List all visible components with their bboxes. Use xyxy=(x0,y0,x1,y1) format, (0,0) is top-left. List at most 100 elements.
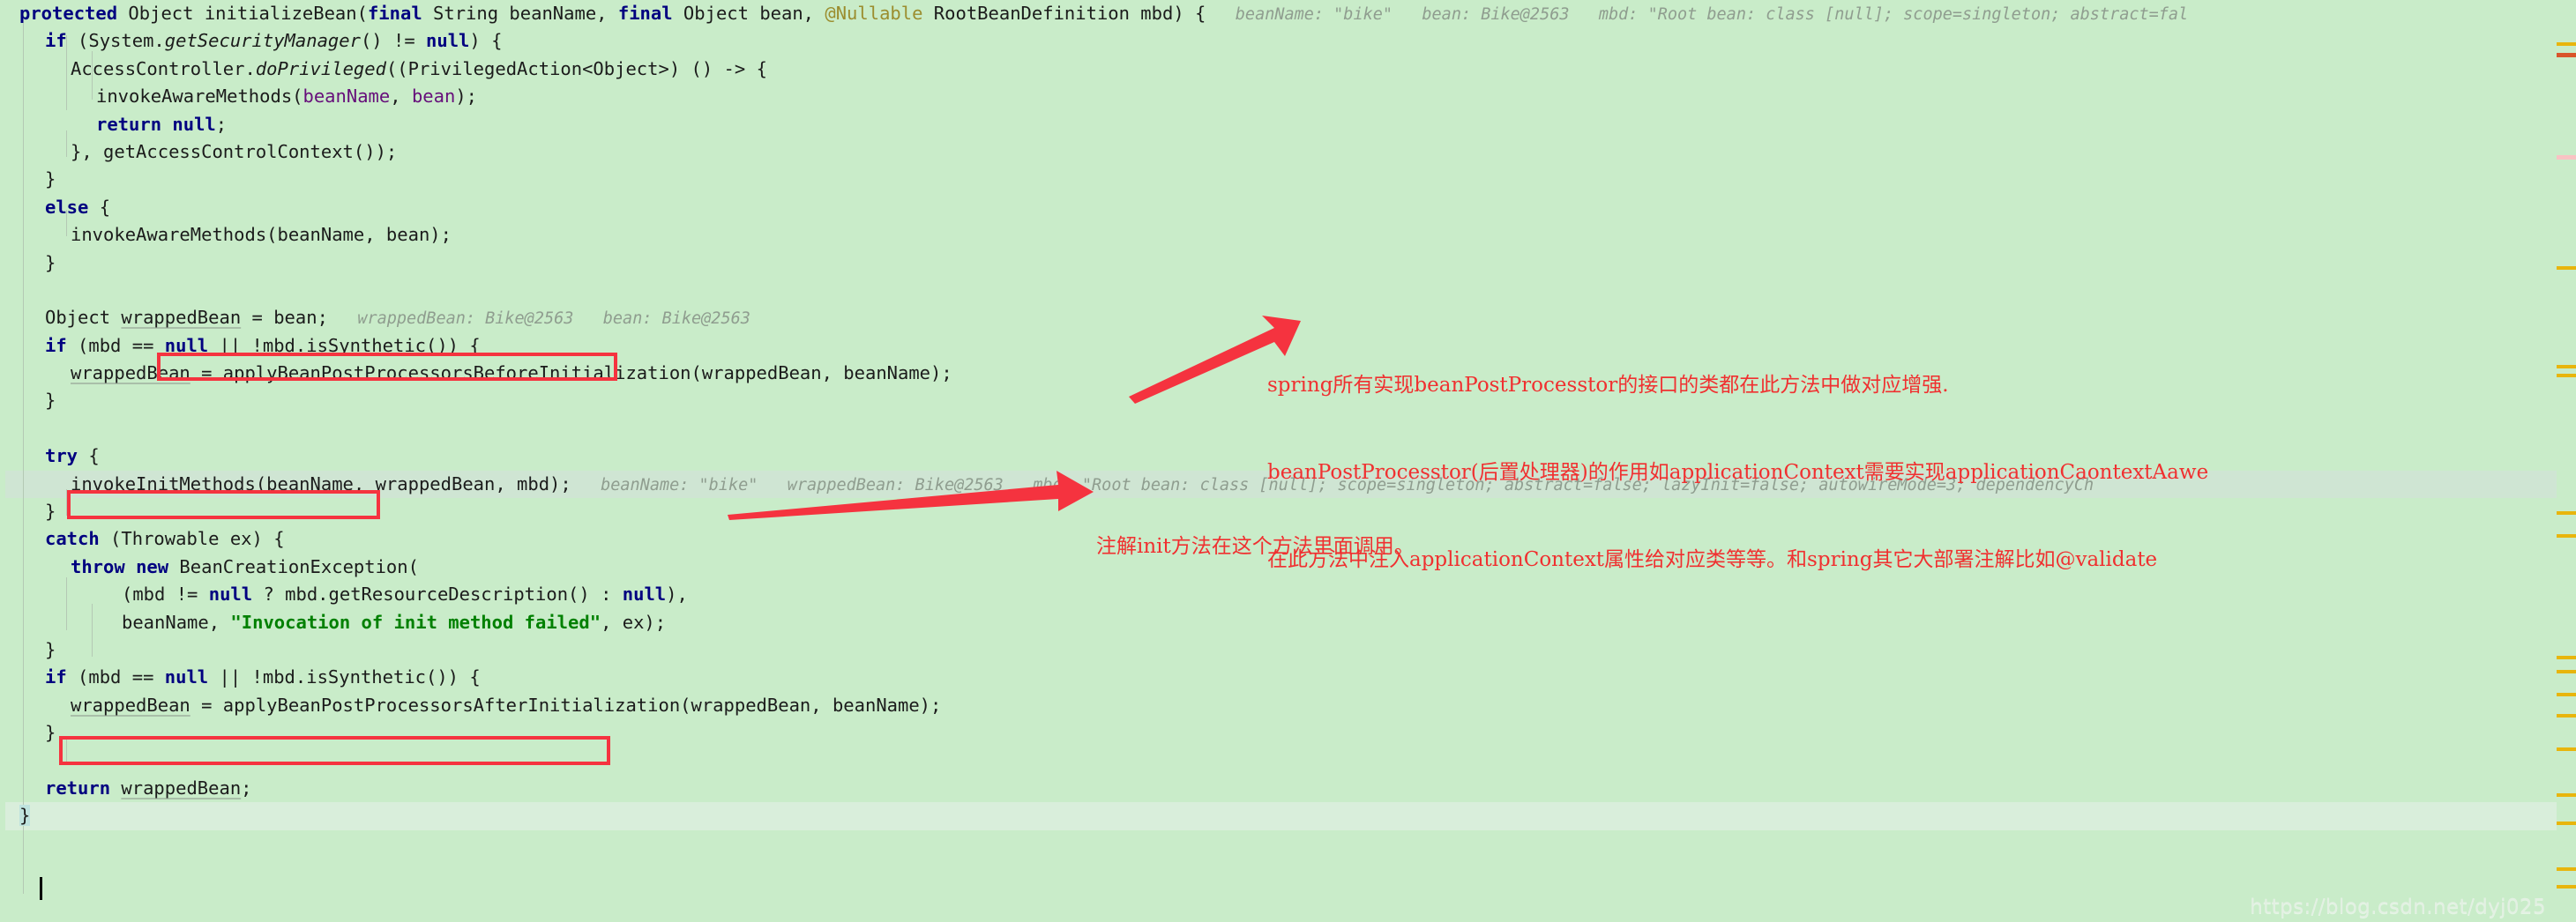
code-token: , xyxy=(390,86,412,108)
code-token: (mbd == xyxy=(66,666,165,688)
code-editor-pane[interactable]: protected Object initializeBean(final St… xyxy=(0,0,2576,922)
scrollbar-marker[interactable] xyxy=(2557,885,2576,889)
code-line[interactable]: protected Object initializeBean(final St… xyxy=(0,0,2576,27)
code-token: wrappedBean xyxy=(121,307,242,329)
code-line-text: try { xyxy=(19,445,100,466)
code-token: wrappedBean xyxy=(71,362,190,384)
editor-left-edge xyxy=(0,0,5,922)
scrollbar-marker[interactable] xyxy=(2557,155,2576,160)
code-token: invokeAwareMethods( xyxy=(96,86,303,108)
scrollbar-marker[interactable] xyxy=(2557,793,2576,797)
code-token: = applyBeanPostProcessorsAfterInitializa… xyxy=(190,694,942,716)
code-line[interactable]: AccessController.doPrivileged((Privilege… xyxy=(0,56,2576,83)
code-token: final xyxy=(617,3,673,24)
scrollbar-marker[interactable] xyxy=(2557,53,2576,57)
code-token: final xyxy=(367,3,422,24)
code-token: beanName xyxy=(302,86,391,108)
code-line[interactable]: if (mbd == null || !mbd.isSynthetic()) { xyxy=(0,664,2576,691)
code-token: } xyxy=(45,722,56,744)
code-token: } xyxy=(45,638,56,660)
code-token: if xyxy=(45,666,67,688)
code-line-text: invokeAwareMethods(beanName, bean); xyxy=(19,224,452,245)
scrollbar-marker[interactable] xyxy=(2557,670,2576,673)
watermark: https://blog.csdn.net/dyj025 xyxy=(2250,896,2546,918)
code-token: ((PrivilegedAction<Object>) () -> { xyxy=(385,57,767,79)
code-line[interactable]: } xyxy=(0,802,2576,830)
scrollbar-marker[interactable] xyxy=(2557,42,2576,46)
inline-debug-hint: beanName: "bike" bean: Bike@2563 mbd: "R… xyxy=(1206,5,2189,24)
scrollbar-marker[interactable] xyxy=(2557,365,2576,368)
scrollbar-marker[interactable] xyxy=(2557,693,2576,696)
inline-debug-hint: wrappedBean: Bike@2563 bean: Bike@2563 xyxy=(327,309,750,329)
code-token: @Nullable xyxy=(825,3,923,24)
code-token: return xyxy=(96,113,162,135)
code-token: Object initializeBean( xyxy=(117,3,368,24)
code-line-text: } xyxy=(19,501,56,522)
scrollbar-marker[interactable] xyxy=(2557,656,2576,659)
code-line-text: protected Object initializeBean(final St… xyxy=(19,3,1206,24)
code-line-text: } xyxy=(19,390,56,411)
code-token: beanName, xyxy=(122,611,231,633)
code-token: (Throwable ex) { xyxy=(99,528,285,550)
code-token: invokeInitMethods(beanName, wrappedBean,… xyxy=(71,472,571,494)
code-token: "Invocation of init method failed" xyxy=(230,611,601,633)
scrollbar-marker[interactable] xyxy=(2557,534,2576,538)
code-line[interactable]: wrappedBean = applyBeanPostProcessorsAft… xyxy=(0,692,2576,719)
annotation-line: spring所有实现beanPostProcesstor的接口的类都在此方法中做… xyxy=(1267,374,1949,397)
scrollbar-marker[interactable] xyxy=(2557,867,2576,871)
code-line-text: return null; xyxy=(19,114,227,135)
code-line[interactable] xyxy=(0,747,2576,775)
code-token: } xyxy=(45,251,56,273)
code-line[interactable]: }, getAccessControlContext()); xyxy=(0,138,2576,166)
code-token: (mbd != xyxy=(122,584,209,606)
code-line[interactable]: } xyxy=(0,636,2576,664)
scrollbar-marker[interactable] xyxy=(2557,266,2576,270)
code-line-text: } xyxy=(19,252,56,273)
code-token: null xyxy=(172,113,216,135)
code-line[interactable]: } xyxy=(0,719,2576,747)
scrollbar-marker[interactable] xyxy=(2557,714,2576,718)
scrollbar-marker[interactable] xyxy=(2557,747,2576,751)
code-line[interactable]: return wrappedBean; xyxy=(0,775,2576,802)
code-line[interactable]: invokeAwareMethods(beanName, bean); xyxy=(0,221,2576,249)
code-token: { xyxy=(88,196,111,218)
code-token: ); xyxy=(455,86,477,108)
scrollbar-marker-strip[interactable] xyxy=(2557,0,2576,922)
code-line-text: throw new BeanCreationException( xyxy=(19,556,419,577)
code-line-text: invokeInitMethods(beanName, wrappedBean,… xyxy=(19,473,571,494)
code-line-text: if (System.getSecurityManager() != null)… xyxy=(19,30,502,51)
code-token: throw xyxy=(71,555,125,577)
code-line[interactable]: else { xyxy=(0,194,2576,221)
code-token: = bean; xyxy=(241,307,328,329)
code-line-text: wrappedBean = applyBeanPostProcessorsAft… xyxy=(19,695,941,716)
code-line[interactable]: return null; xyxy=(0,111,2576,138)
indent-guide xyxy=(66,739,67,765)
code-token: getSecurityManager xyxy=(164,30,361,52)
code-line-text: invokeAwareMethods(beanName, bean); xyxy=(19,86,477,107)
code-line[interactable]: } xyxy=(0,249,2576,277)
code-line[interactable]: if (System.getSecurityManager() != null)… xyxy=(0,27,2576,55)
code-token: || !mbd.isSynthetic()) { xyxy=(208,334,481,356)
code-token: try xyxy=(45,445,78,467)
code-token: Object xyxy=(45,307,122,329)
code-line-text: Object wrappedBean = bean; xyxy=(19,307,328,328)
scrollbar-marker[interactable] xyxy=(2557,511,2576,515)
code-token: null xyxy=(426,30,470,52)
code-token: ? mbd.getResourceDescription() : xyxy=(252,584,623,606)
code-token: { xyxy=(78,445,100,467)
code-token: ), xyxy=(666,584,688,606)
code-token: protected xyxy=(19,3,118,24)
code-token: () != xyxy=(360,30,427,52)
code-token: null xyxy=(164,334,209,356)
code-token: } xyxy=(45,390,56,412)
annotation-line: 注解init方法在这个方法里面调用。 xyxy=(1096,535,1415,558)
scrollbar-marker[interactable] xyxy=(2557,822,2576,825)
code-line[interactable]: invokeAwareMethods(beanName, bean); xyxy=(0,83,2576,110)
code-token: (System. xyxy=(66,30,165,52)
annotation-init-method: 注解init方法在这个方法里面调用。 xyxy=(1096,474,1415,620)
scrollbar-marker[interactable] xyxy=(2557,374,2576,377)
code-line[interactable]: } xyxy=(0,166,2576,193)
code-line[interactable] xyxy=(0,277,2576,304)
